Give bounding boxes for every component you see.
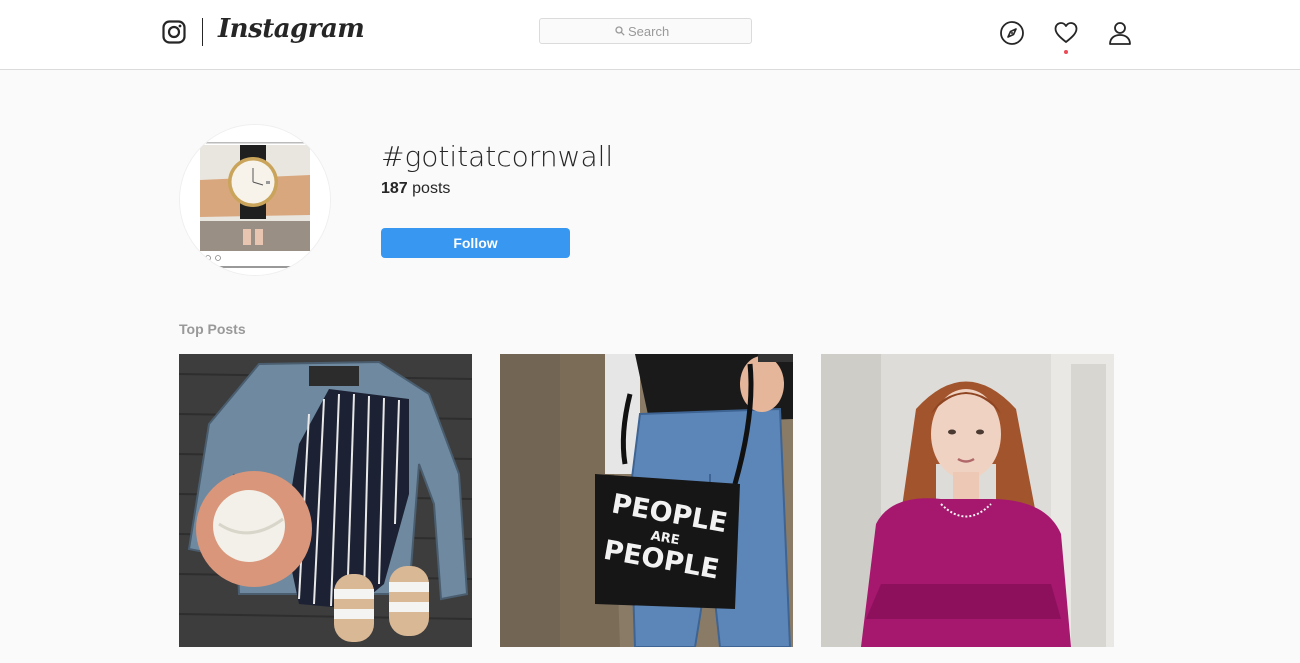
top-posts-heading: Top Posts (179, 321, 246, 337)
post-thumbnail-portrait[interactable] (821, 354, 1114, 647)
search-input[interactable] (628, 22, 738, 40)
notification-dot (1064, 50, 1068, 54)
posts-count-line: 187 posts (381, 180, 450, 198)
search-box[interactable] (539, 18, 752, 44)
post-thumbnail-outfit[interactable] (179, 354, 472, 647)
heart-icon[interactable] (1053, 20, 1079, 46)
logo-divider (202, 18, 203, 46)
handbag-photo: PEOPLE ARE PEOPLE (500, 354, 793, 647)
posts-count: 187 (381, 180, 408, 197)
hashtag-avatar-image (179, 124, 331, 276)
compass-icon[interactable] (999, 20, 1025, 46)
posts-label: posts (407, 180, 451, 197)
camera-icon[interactable] (162, 20, 186, 44)
outfit-flatlay-photo (179, 354, 472, 647)
instagram-wordmark[interactable]: Instagram (218, 14, 365, 44)
user-icon[interactable] (1107, 20, 1133, 46)
hashtag-title: #gotitatcornwall (381, 140, 614, 173)
follow-button[interactable]: Follow (381, 228, 570, 258)
search-icon (615, 26, 625, 36)
post-thumbnail-handbag[interactable]: PEOPLE ARE PEOPLE (500, 354, 793, 647)
portrait-photo (821, 354, 1114, 647)
top-navigation-bar: Instagram (0, 0, 1300, 70)
